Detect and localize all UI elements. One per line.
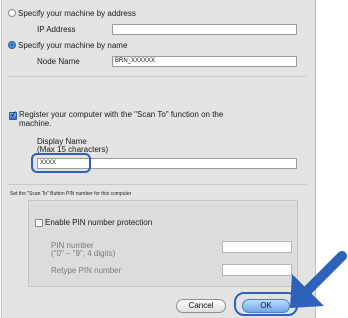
pin-group-box: Enable PIN number protection PIN number …: [28, 200, 298, 287]
radio-specify-by-name[interactable]: [8, 41, 16, 49]
node-name-field[interactable]: BRN_XXXXXX: [112, 56, 297, 67]
radio-specify-by-address[interactable]: [8, 9, 16, 17]
divider: [8, 184, 307, 185]
retype-pin-label: Retype PIN number: [51, 266, 122, 275]
radio-name-label: Specify your machine by name: [18, 41, 128, 50]
enable-pin-label: Enable PIN number protection: [45, 218, 153, 227]
radio-address-label: Specify your machine by address: [18, 9, 136, 18]
node-name-label: Node Name: [37, 57, 80, 66]
register-label-line1: Register your computer with the "Scan To…: [19, 110, 224, 119]
scan-to-settings-dialog: Specify your machine by address IP Addre…: [1, 0, 316, 318]
enable-pin-checkbox[interactable]: [35, 219, 43, 227]
divider: [8, 76, 307, 77]
register-label-line2: machine.: [19, 119, 52, 128]
ip-address-field[interactable]: [112, 24, 297, 35]
display-name-highlight: [31, 153, 91, 173]
pin-section-title: Set the "Scan To" Button PIN number for …: [10, 191, 132, 197]
pointer-arrow-icon: [290, 251, 347, 308]
pin-number-hint: ("0" – "9", 4 digits): [51, 249, 116, 258]
cancel-button[interactable]: Cancel: [176, 299, 226, 313]
ip-address-label: IP Address: [37, 25, 76, 34]
register-checkbox[interactable]: [9, 110, 18, 120]
